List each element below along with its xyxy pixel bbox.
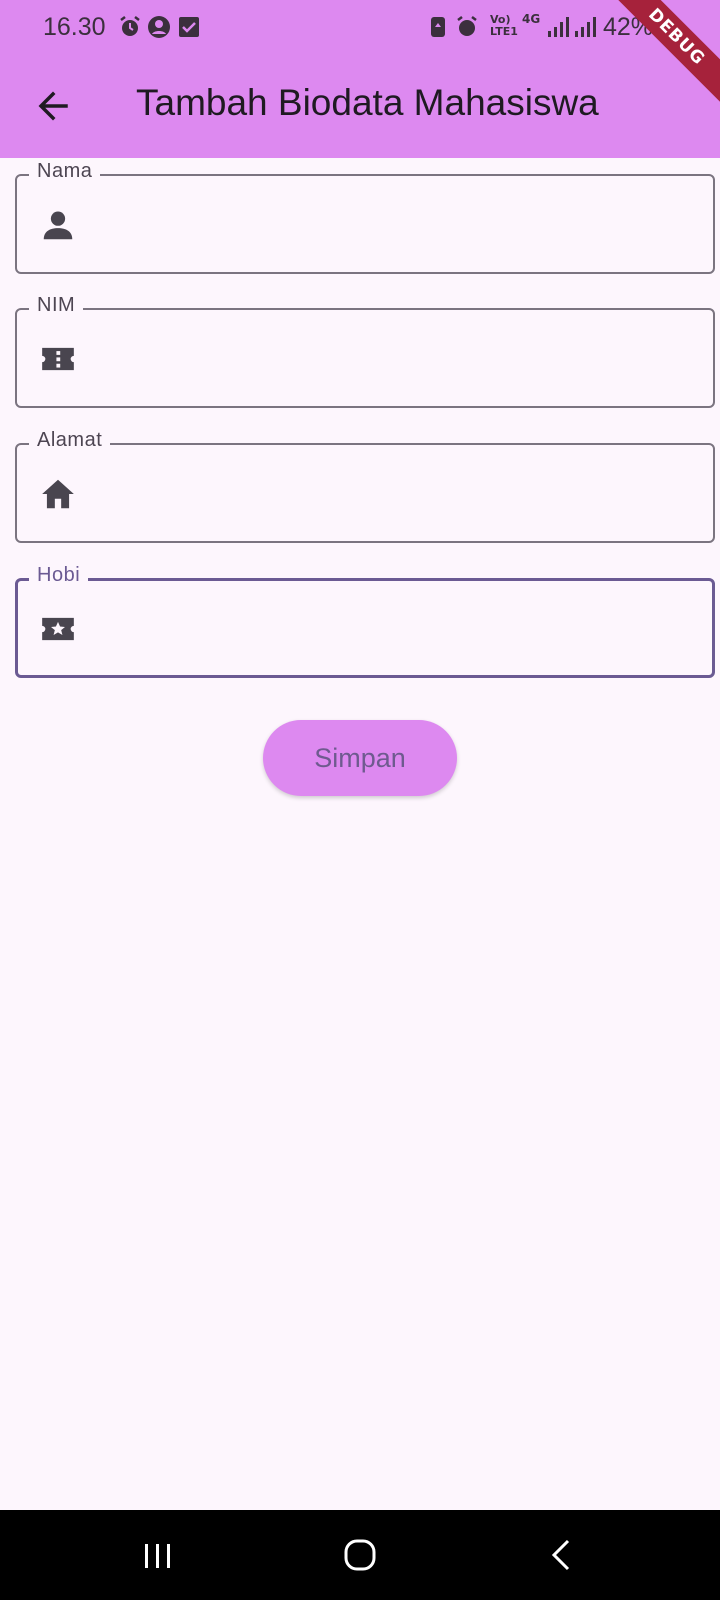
signal-icon-2 xyxy=(575,17,596,37)
home-circle-icon[interactable] xyxy=(330,1532,390,1578)
network-type: 4G xyxy=(522,12,541,26)
hobi-field[interactable]: Hobi xyxy=(15,564,720,682)
nim-input[interactable] xyxy=(103,332,697,386)
hobi-field-label: Hobi xyxy=(29,564,89,587)
app-bar: Tambah Biodata Mahasiswa xyxy=(0,56,720,158)
badge-ticket-icon xyxy=(42,347,74,371)
signal-icon xyxy=(548,17,569,37)
star-ticket-icon xyxy=(42,617,74,641)
page-title: Tambah Biodata Mahasiswa xyxy=(136,82,599,123)
nim-field-label: NIM xyxy=(29,294,84,317)
status-bar: 16.30 Vo) LTE1 4G 42% xyxy=(0,0,720,56)
account-icon xyxy=(148,16,170,38)
recents-icon[interactable] xyxy=(128,1532,188,1578)
alamat-field-label: Alamat xyxy=(29,429,111,452)
alamat-field[interactable]: Alamat xyxy=(15,429,720,547)
system-nav-bar xyxy=(0,1510,720,1600)
alarm-icon-2 xyxy=(457,16,477,36)
data-saver-icon xyxy=(431,17,445,37)
status-time: 16.30 xyxy=(43,13,106,41)
hobi-input[interactable] xyxy=(103,602,697,656)
nim-field[interactable]: NIM xyxy=(15,294,720,412)
arrow-back-icon[interactable] xyxy=(28,80,80,132)
alarm-icon xyxy=(120,16,140,36)
volte-label: Vo) LTE1 xyxy=(490,13,518,38)
person-icon xyxy=(43,211,73,240)
checkbox-icon xyxy=(179,17,199,37)
home-icon xyxy=(42,479,74,509)
nav-back-icon[interactable] xyxy=(532,1532,592,1578)
nama-field[interactable]: Nama xyxy=(15,160,720,278)
nama-input[interactable] xyxy=(103,198,697,252)
alamat-input[interactable] xyxy=(103,467,697,521)
app-header: 16.30 Vo) LTE1 4G 42% DEBUG Tambah Bioda… xyxy=(0,0,720,158)
nama-field-label: Nama xyxy=(29,160,101,183)
save-button[interactable]: Simpan xyxy=(263,720,457,796)
